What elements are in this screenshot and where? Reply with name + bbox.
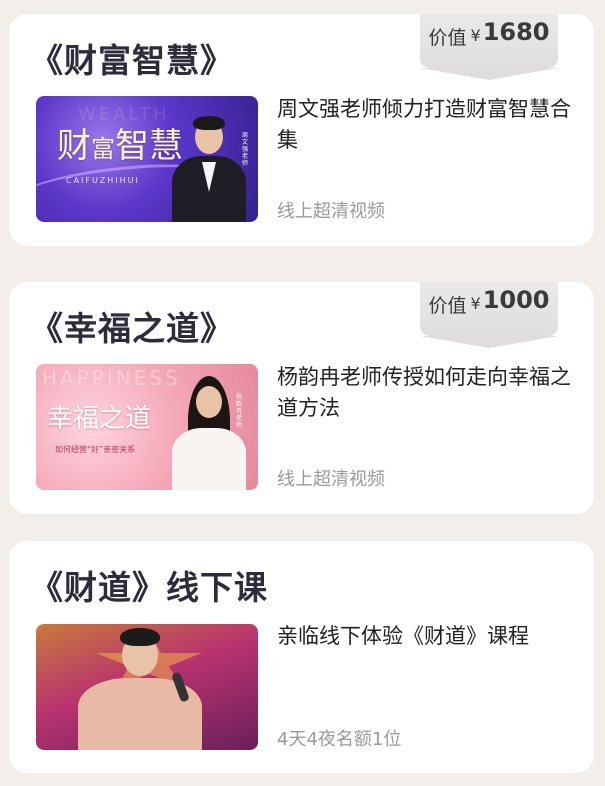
portrait-hair	[120, 628, 160, 646]
course-title: 《财富智慧》	[30, 41, 234, 80]
course-format: 线上超清视频	[277, 469, 385, 490]
price-value: 1000	[482, 286, 550, 314]
course-description: 杨韵冉老师传授如何走向幸福之道方法	[277, 365, 571, 420]
course-description: 周文强老师倾力打造财富智慧合集	[277, 97, 571, 152]
thumbnail-ghost-text: WEALTH	[78, 104, 170, 125]
course-thumbnail[interactable]	[36, 624, 258, 750]
thumbnail-subtitle: 如何经营“好”亲密关系	[55, 445, 136, 454]
teacher-portrait	[168, 104, 248, 222]
price-label: 价值	[428, 27, 467, 49]
course-description: 亲临线下体验《财道》课程	[277, 624, 529, 648]
teacher-portrait	[164, 370, 252, 490]
course-title: 《幸福之道》	[30, 309, 234, 348]
price-tag: 价值 ¥ 1000	[420, 282, 558, 348]
thumbnail-title: 财富智慧	[57, 129, 183, 166]
teacher-portrait	[72, 626, 202, 750]
price-tag: 价值 ¥ 1680	[420, 14, 558, 80]
price-value: 1680	[482, 18, 550, 46]
portrait-body	[172, 428, 246, 490]
course-quota: 4天4夜名额1位	[277, 729, 402, 750]
price-currency: ¥	[470, 294, 481, 313]
portrait-hair	[193, 116, 225, 130]
thumbnail-title: 幸福之道	[47, 404, 152, 434]
portrait-head	[196, 386, 222, 418]
course-card-wealth-wisdom[interactable]: 《财富智慧》 价值 ¥ 1680 WEALTH 财富智慧 CAIFUZHIHUI…	[9, 14, 594, 246]
thumbnail-title-char: 财	[57, 126, 91, 166]
course-card-happiness-way[interactable]: 《幸福之道》 价值 ¥ 1000 HAPPINESS 幸福之道 如何经营“好”亲…	[9, 282, 594, 514]
thumbnail-ghost-text: HAPPINESS	[42, 366, 181, 390]
price-label: 价值	[428, 295, 467, 317]
course-thumbnail[interactable]: HAPPINESS 幸福之道 如何经营“好”亲密关系 杨韵冉老师	[36, 364, 258, 490]
teacher-name-tag: 周文强老师	[242, 132, 249, 167]
course-title: 《财道》线下课	[30, 568, 268, 607]
course-format: 线上超清视频	[277, 201, 385, 222]
price-currency: ¥	[470, 26, 481, 45]
teacher-name-tag: 杨韵冉老师	[236, 394, 243, 429]
course-list-page: 《财富智慧》 价值 ¥ 1680 WEALTH 财富智慧 CAIFUZHIHUI…	[0, 0, 605, 786]
thumbnail-title-char: 富	[91, 135, 115, 163]
course-card-wealth-way-offline[interactable]: 《财道》线下课 亲临线下体验《财道》课程 4天4夜名额1位	[9, 541, 594, 773]
course-thumbnail[interactable]: WEALTH 财富智慧 CAIFUZHIHUI 周文强老师	[36, 96, 258, 222]
